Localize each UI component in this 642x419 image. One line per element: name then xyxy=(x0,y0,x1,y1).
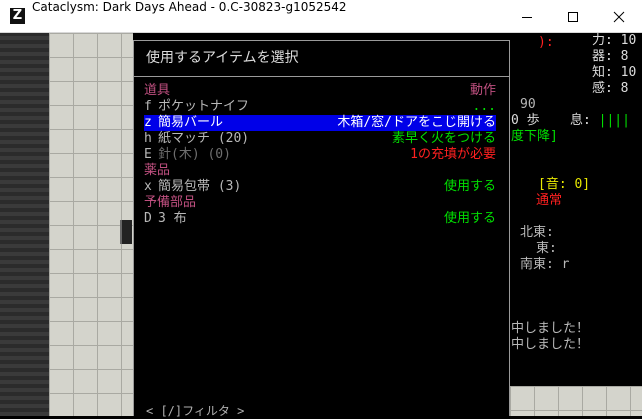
item-name: ポケットナイフ xyxy=(158,99,250,114)
title-bar: Z Cataclysm: Dark Days Ahead - 0.C-30823… xyxy=(0,0,642,33)
item-action: 素早く火をつける xyxy=(391,131,496,146)
category-label: 薬品 xyxy=(144,163,171,178)
item-hotkey: z xyxy=(144,115,152,130)
message-log-line: 中しました！ xyxy=(511,321,590,336)
item-action: 使用する xyxy=(443,211,496,226)
close-button[interactable] xyxy=(596,0,642,33)
minimize-icon xyxy=(522,16,532,18)
item-action: ... xyxy=(472,99,496,114)
maximize-button[interactable] xyxy=(550,0,596,33)
message-log-line: 中しました！ xyxy=(511,337,590,352)
window-title: Cataclysm: Dark Days Ahead - 0.C-30823-g… xyxy=(32,0,347,14)
list-item[interactable]: E 針(木) (0) 1の充填が必要 xyxy=(144,147,496,163)
movement-mode: 通常 xyxy=(536,193,563,208)
item-action: 1の充填が必要 xyxy=(410,147,496,162)
list-item[interactable]: f ポケットナイフ... xyxy=(144,99,496,115)
item-action: 動作 xyxy=(469,83,496,98)
category-label: 道具 xyxy=(144,83,171,98)
item-hotkey: E xyxy=(144,147,152,162)
item-action: 木箱/窓/ドアをこじ開ける xyxy=(337,115,496,130)
category-header: 薬品 xyxy=(144,163,496,179)
step-counter: 0 歩 xyxy=(511,113,540,128)
sidebar-paren: ): xyxy=(538,35,554,50)
stat-perception: 感: 8 xyxy=(592,81,629,96)
filter-hint[interactable]: < [/]フィルタ > xyxy=(144,402,247,419)
list-item[interactable]: D 3 布 使用する xyxy=(144,211,496,227)
sidebar-number: 90 xyxy=(520,97,536,112)
stat-dexterity: 器: 8 xyxy=(592,49,629,64)
stat-intelligence: 知: 10 xyxy=(592,65,637,80)
compass-e: 東: xyxy=(536,241,557,256)
breath-meter: 息: |||| xyxy=(570,113,630,128)
item-name: 簡易包帯 (3) xyxy=(158,179,242,194)
temperature-status: 度下降] xyxy=(511,129,558,144)
item-hotkey: f xyxy=(144,99,152,114)
category-header: 予備部品 xyxy=(144,195,496,211)
sound-level: [音: 0] xyxy=(538,177,591,192)
list-item[interactable]: h 紙マッチ (20) 素早く火をつける xyxy=(144,131,496,147)
list-item[interactable]: x 簡易包帯 (3) 使用する xyxy=(144,179,496,195)
player-sprite xyxy=(120,220,132,244)
item-action: 使用する xyxy=(443,179,496,194)
list-item[interactable]: z 簡易バール 木箱/窓/ドアをこじ開ける xyxy=(144,115,496,131)
menu-divider xyxy=(134,76,509,77)
item-hotkey: D xyxy=(144,211,152,226)
item-name: 3 布 xyxy=(158,211,187,226)
category-label: 予備部品 xyxy=(144,195,197,210)
menu-title: 使用するアイテムを選択 xyxy=(146,50,299,66)
compass-se: 南東: r xyxy=(520,257,570,272)
item-name: 紙マッチ (20) xyxy=(158,131,250,146)
item-hotkey: h xyxy=(144,131,152,146)
stat-strength: 力: 10 xyxy=(592,33,637,48)
minimize-button[interactable] xyxy=(504,0,550,33)
compass-ne: 北東: xyxy=(520,225,554,240)
app-icon: Z xyxy=(10,8,25,24)
item-name: 針(木) (0) xyxy=(158,147,231,162)
item-hotkey: x xyxy=(144,179,152,194)
category-header: 道具 動作 xyxy=(144,83,496,99)
maximize-icon xyxy=(568,11,578,22)
item-select-menu: 使用するアイテムを選択 道具 動作 f ポケットナイフ... z 簡易バール 木箱/窓/ドア… xyxy=(133,40,510,419)
item-name: 簡易バール xyxy=(158,115,224,130)
floor-tiles-lower xyxy=(510,386,642,416)
close-icon xyxy=(613,11,625,22)
wall-tiles xyxy=(0,33,49,416)
